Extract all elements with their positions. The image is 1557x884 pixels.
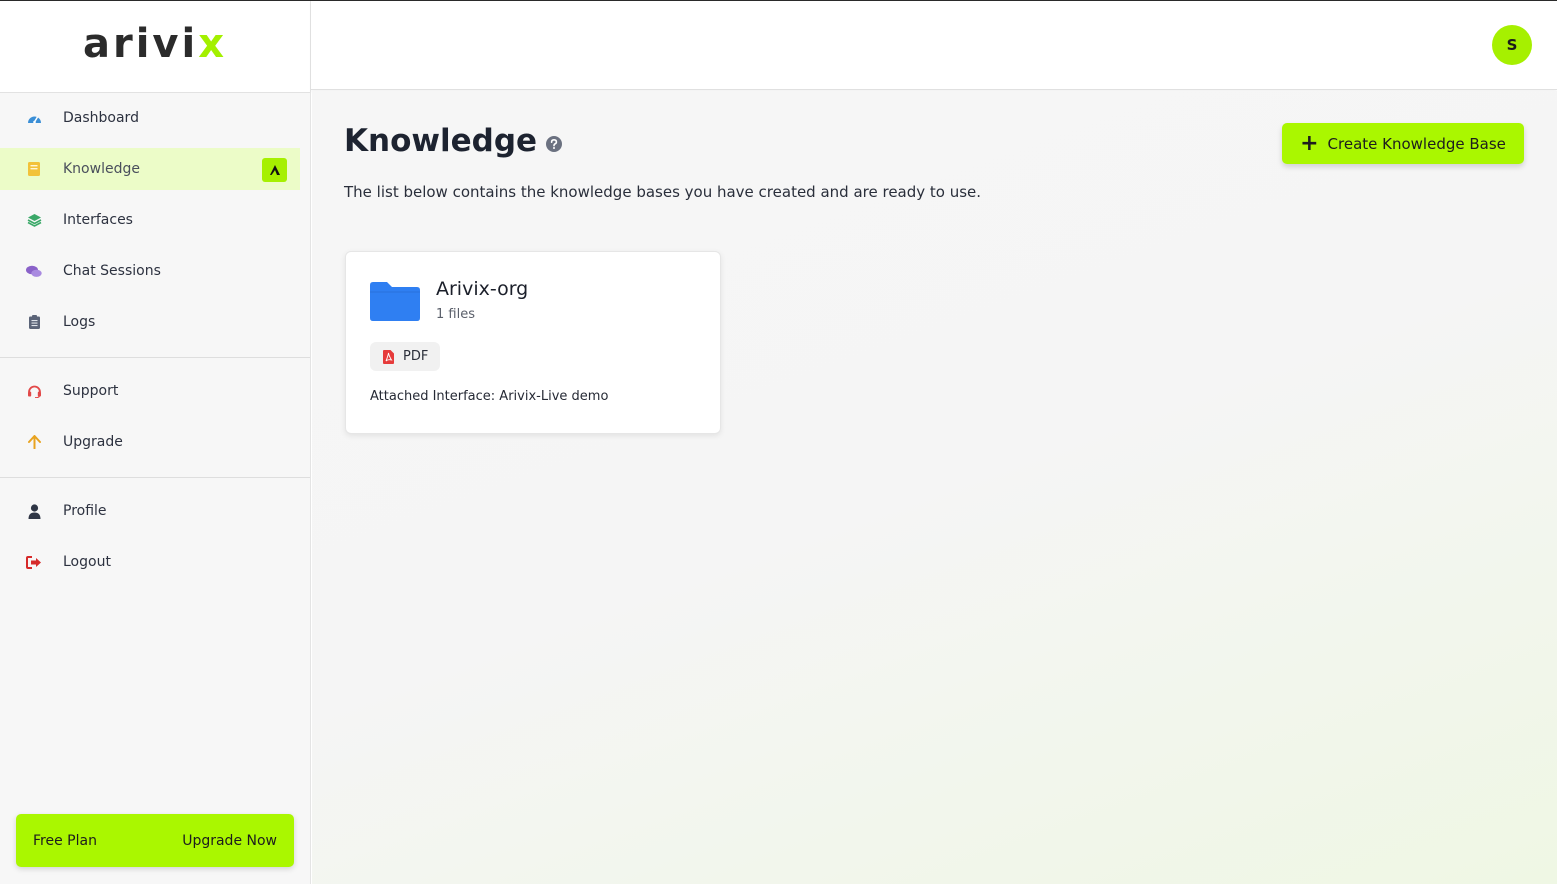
sidebar-item-label: Dashboard [63, 110, 139, 126]
nav-main: Dashboard Knowledge Interfaces Chat Sess… [0, 93, 310, 343]
clipboard-icon [26, 314, 42, 330]
sidebar-item-support[interactable]: Support [0, 370, 300, 412]
file-count: 1 files [436, 307, 475, 322]
dashboard-icon [26, 110, 42, 126]
attached-interface: Attached Interface: Arivix-Live demo [370, 389, 609, 404]
page-title-text: Knowledge [344, 123, 538, 159]
active-badge [262, 158, 287, 182]
nav-account: Profile Logout [0, 478, 310, 583]
sidebar-item-knowledge[interactable]: Knowledge [0, 148, 300, 190]
top-header: S [311, 1, 1557, 90]
sidebar-item-interfaces[interactable]: Interfaces [0, 199, 300, 241]
sidebar-item-logs[interactable]: Logs [0, 301, 300, 343]
sidebar-item-chat-sessions[interactable]: Chat Sessions [0, 250, 300, 292]
layers-icon [26, 212, 42, 228]
sidebar-item-label: Profile [63, 503, 107, 519]
file-type-label: PDF [403, 349, 429, 364]
arivix-logo[interactable]: arivix [83, 24, 227, 64]
user-icon [26, 503, 42, 519]
plan-name: Free Plan [33, 832, 97, 849]
sidebar: arivix Dashboard Knowledge Interfaces Ch… [0, 1, 311, 884]
sidebar-item-label: Logs [63, 314, 96, 330]
create-knowledge-base-button[interactable]: + Create Knowledge Base [1282, 123, 1524, 164]
sidebar-item-label: Knowledge [63, 161, 140, 177]
headset-icon [26, 383, 42, 399]
logo-area: arivix [0, 1, 310, 93]
sidebar-item-label: Chat Sessions [63, 263, 161, 279]
knowledge-base-name[interactable]: Arivix-org [436, 278, 528, 300]
arrow-up-icon [26, 434, 42, 450]
sidebar-item-dashboard[interactable]: Dashboard [0, 97, 300, 139]
chat-icon [26, 263, 42, 279]
sidebar-item-label: Upgrade [63, 434, 123, 450]
main-content: Knowledge The list below contains the kn… [312, 91, 1557, 884]
pdf-icon [383, 349, 394, 364]
folder-icon [370, 281, 420, 325]
plan-banner[interactable]: Free Plan Upgrade Now [16, 814, 294, 867]
sidebar-item-label: Support [63, 383, 119, 399]
help-icon[interactable] [546, 136, 563, 152]
book-icon [26, 161, 42, 177]
sidebar-item-upgrade[interactable]: Upgrade [0, 421, 300, 463]
page-subtitle: The list below contains the knowledge ba… [344, 183, 982, 201]
file-type-tag: PDF [370, 342, 441, 371]
avatar[interactable]: S [1492, 25, 1532, 65]
page-title: Knowledge [344, 123, 563, 159]
nav-help: Support Upgrade [0, 358, 310, 463]
upgrade-now-link[interactable]: Upgrade Now [182, 833, 277, 849]
logout-icon [26, 554, 42, 570]
sidebar-item-label: Interfaces [63, 212, 133, 228]
knowledge-base-card[interactable]: Arivix-org 1 files PDF Attached Interfac… [345, 251, 721, 434]
sidebar-item-label: Logout [63, 554, 111, 570]
plus-icon: + [1300, 130, 1319, 156]
sidebar-item-logout[interactable]: Logout [0, 541, 300, 583]
sidebar-item-profile[interactable]: Profile [0, 490, 300, 532]
create-button-label: Create Knowledge Base [1327, 134, 1506, 153]
